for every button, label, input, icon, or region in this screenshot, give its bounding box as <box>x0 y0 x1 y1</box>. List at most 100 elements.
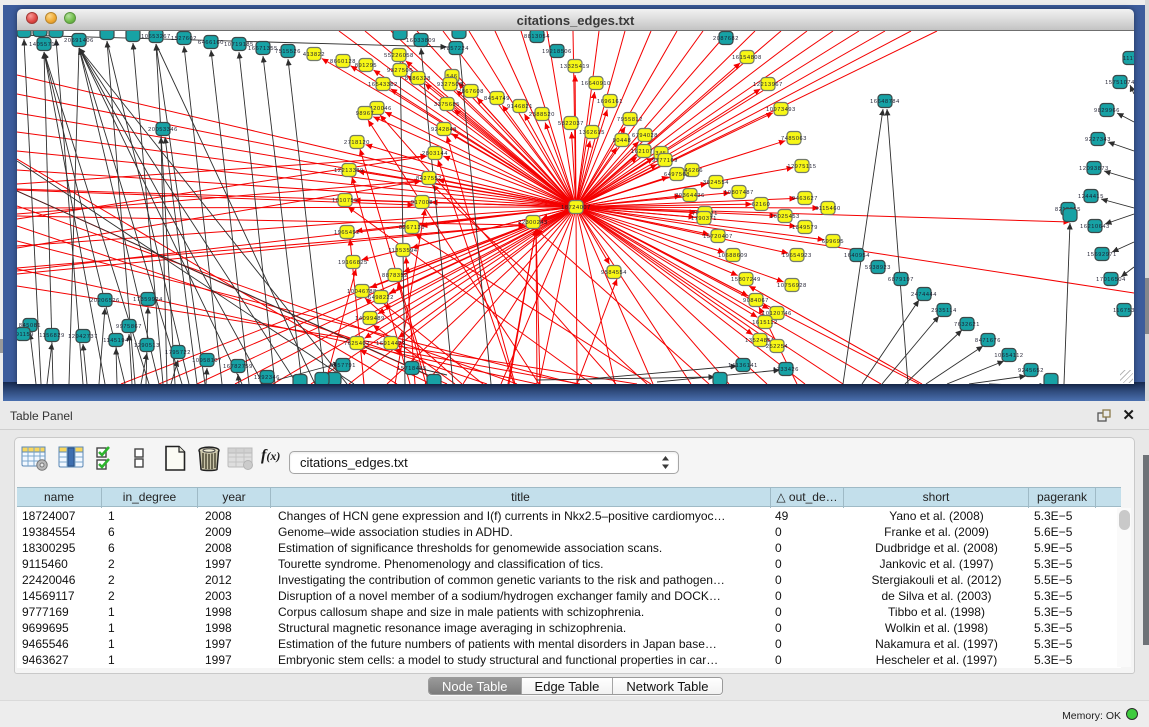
svg-text:7485063: 7485063 <box>781 136 807 142</box>
svg-text:98967: 98967 <box>356 111 375 117</box>
svg-text:2588520: 2588520 <box>529 112 555 118</box>
svg-text:16033809: 16033809 <box>406 38 436 44</box>
svg-text:5822037: 5822037 <box>558 121 584 127</box>
svg-text:1156829: 1156829 <box>39 333 65 339</box>
svg-text:15751074: 15751074 <box>1105 80 1134 86</box>
svg-text:10807487: 10807487 <box>724 190 754 196</box>
svg-text:8878352: 8878352 <box>382 273 408 279</box>
svg-text:16154808: 16154808 <box>732 55 762 61</box>
svg-text:9115460: 9115460 <box>815 206 841 212</box>
svg-text:16543382: 16543382 <box>368 82 398 88</box>
svg-text:8471676: 8471676 <box>975 338 1001 344</box>
svg-text:16782759: 16782759 <box>223 364 253 370</box>
svg-text:10653267: 10653267 <box>141 34 171 40</box>
svg-text:8813054: 8813054 <box>524 34 550 40</box>
svg-text:7955812: 7955812 <box>617 117 643 123</box>
svg-text:20691406: 20691406 <box>64 38 94 44</box>
svg-text:9975867: 9975867 <box>116 324 142 330</box>
svg-text:19218506: 19218506 <box>542 49 572 55</box>
svg-text:10654112: 10654112 <box>994 353 1023 359</box>
svg-text:5938923: 5938923 <box>865 265 891 271</box>
svg-text:391159: 391159 <box>17 332 34 338</box>
svg-text:15718485: 15718485 <box>397 366 427 372</box>
svg-text:8186328: 8186328 <box>405 76 431 82</box>
svg-text:3375685: 3375685 <box>434 102 460 108</box>
svg-text:9777169: 9777169 <box>652 158 678 164</box>
svg-text:12942737: 12942737 <box>68 334 98 340</box>
svg-text:15807249: 15807249 <box>731 277 761 283</box>
svg-text:1615112: 1615112 <box>752 320 778 326</box>
svg-text:6794028: 6794028 <box>632 133 658 139</box>
svg-text:6498222: 6498222 <box>368 295 394 301</box>
svg-text:6466160: 6466160 <box>198 40 224 46</box>
svg-text:11353594: 11353594 <box>388 248 417 254</box>
svg-text:13325419: 13325419 <box>560 64 590 70</box>
svg-text:1290513: 1290513 <box>134 343 160 349</box>
svg-text:9457791: 9457791 <box>330 363 356 369</box>
svg-text:1010755: 1010755 <box>332 198 358 204</box>
svg-text:9584554: 9584554 <box>601 270 627 276</box>
svg-text:1849579: 1849579 <box>792 225 818 231</box>
svg-text:7625402: 7625402 <box>344 341 370 347</box>
svg-text:7515526: 7515526 <box>275 49 301 55</box>
svg-text:1640954: 1640954 <box>844 253 870 259</box>
svg-text:8660128: 8660128 <box>330 59 356 65</box>
svg-text:55226058: 55226058 <box>384 53 414 59</box>
svg-text:3824554: 3824554 <box>703 180 729 186</box>
svg-text:8454749: 8454749 <box>484 96 510 102</box>
svg-text:1362615: 1362615 <box>579 130 605 136</box>
svg-text:20206526: 20206526 <box>90 298 120 304</box>
svg-text:18724007: 18724007 <box>561 205 591 211</box>
svg-text:16648784: 16648784 <box>870 99 900 105</box>
svg-text:8267130: 8267130 <box>399 225 425 231</box>
svg-text:917008: 917008 <box>411 200 433 206</box>
svg-text:12213967: 12213967 <box>753 82 783 88</box>
svg-text:15720407: 15720407 <box>703 234 733 240</box>
svg-text:7632621: 7632621 <box>954 322 980 328</box>
svg-text:1696161: 1696161 <box>597 99 623 105</box>
svg-text:2474444: 2474444 <box>911 292 937 298</box>
svg-text:2087682: 2087682 <box>713 36 739 42</box>
svg-text:9245652: 9245652 <box>1018 368 1044 374</box>
svg-text:1244415: 1244415 <box>1078 194 1104 200</box>
svg-text:6497568: 6497568 <box>664 172 690 178</box>
svg-text:1790371: 1790371 <box>691 216 717 222</box>
svg-text:10688609: 10688609 <box>718 253 748 259</box>
svg-text:1145194: 1145194 <box>103 338 129 344</box>
svg-text:90448: 90448 <box>613 138 632 144</box>
svg-text:1795722: 1795722 <box>165 350 191 356</box>
svg-text:19166825: 19166825 <box>338 260 368 266</box>
svg-text:2935114: 2935114 <box>931 308 957 314</box>
svg-text:9084067: 9084067 <box>743 298 769 304</box>
svg-text:10973493: 10973493 <box>766 107 796 113</box>
svg-text:1733426: 1733426 <box>773 367 799 373</box>
svg-text:9327506: 9327506 <box>387 68 413 74</box>
svg-text:9146821: 9146821 <box>507 104 533 110</box>
svg-text:8427552: 8427552 <box>416 176 442 182</box>
svg-text:1965492: 1965492 <box>334 230 360 236</box>
svg-text:20364436: 20364436 <box>675 193 705 199</box>
svg-text:1621072: 1621072 <box>631 149 657 155</box>
svg-text:2803144: 2803144 <box>422 151 448 157</box>
svg-text:9327508: 9327508 <box>437 82 463 88</box>
svg-text:9463627: 9463627 <box>792 196 818 202</box>
svg-text:116753: 116753 <box>1113 308 1134 314</box>
svg-text:9829966: 9829966 <box>1094 108 1120 114</box>
svg-text:17016504: 17016504 <box>1096 277 1126 283</box>
svg-text:699695: 699695 <box>822 239 844 245</box>
svg-text:2718120: 2718120 <box>344 140 370 146</box>
svg-text:1292346: 1292346 <box>254 375 280 381</box>
svg-text:10958107: 10958107 <box>192 358 222 364</box>
svg-text:14099489: 14099489 <box>355 316 385 322</box>
svg-text:10025453: 10025453 <box>770 214 800 220</box>
svg-text:413822: 413822 <box>303 52 325 58</box>
svg-text:14136141: 14136141 <box>728 363 758 369</box>
svg-text:10756928: 10756928 <box>777 283 807 289</box>
svg-text:1527602: 1527602 <box>171 36 197 42</box>
svg-text:20053346: 20053346 <box>148 127 178 133</box>
svg-text:7857224: 7857224 <box>443 46 469 52</box>
svg-text:6879197: 6879197 <box>888 277 914 283</box>
svg-text:17359924: 17359924 <box>133 297 163 303</box>
svg-text:62160: 62160 <box>752 202 771 208</box>
svg-text:12975115: 12975115 <box>787 164 816 170</box>
